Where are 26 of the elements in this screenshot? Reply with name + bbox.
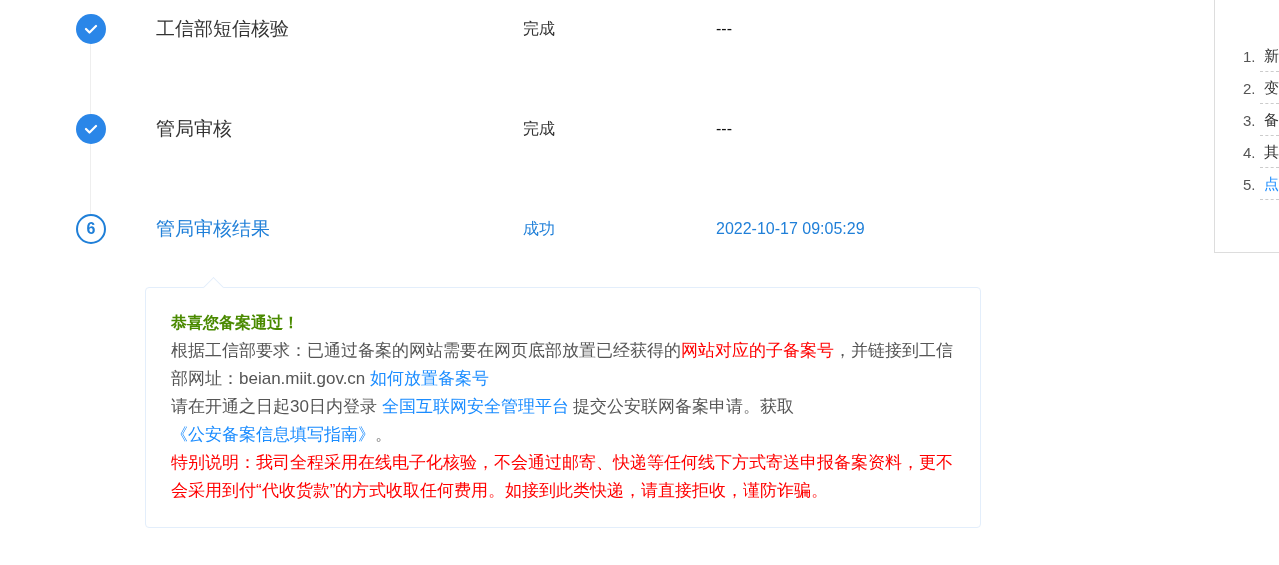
help-item[interactable]: 变 <box>1264 78 1279 98</box>
step-status: 完成 <box>523 18 556 39</box>
step-title: 工信部短信核验 <box>156 17 290 41</box>
warning-text: 特别说明：我司全程采用在线电子化核验，不会通过邮寄、快递等任何线下方式寄送申报备案资料，更不会采用到付“代收货款”的方式收取任何费用。如接到此类快递，请直接拒收，谨防诈骗。 <box>171 452 954 502</box>
step-title: 管局审核结果 <box>156 217 271 241</box>
step-time: 2022-10-17 09:05:29 <box>716 220 866 238</box>
help-item[interactable]: 新 <box>1264 46 1279 66</box>
check-icon <box>84 124 98 134</box>
notice-text: 请在开通之日起30日内登录 全国互联网安全管理平台 提交公安联网备案申请。获取 《公安备案信息填写指南》。 <box>171 396 796 446</box>
list-number: 2. <box>1243 79 1257 97</box>
help-item[interactable]: 其 <box>1264 142 1279 162</box>
step-time: --- <box>716 20 733 38</box>
step-number: 6 <box>76 214 106 244</box>
list-number: 3. <box>1243 111 1257 129</box>
list-number: 1. <box>1243 47 1257 65</box>
notice-heading: 恭喜您备案通过！ <box>171 313 300 333</box>
step-title: 管局审核 <box>156 117 233 141</box>
help-item[interactable]: 备 <box>1264 110 1279 130</box>
check-icon <box>84 24 98 34</box>
list-number: 4. <box>1243 143 1257 161</box>
notice-text: 根据工信部要求：已通过备案的网站需要在网页底部放置已经获得的网站对应的子备案号，并链接到工信部网址：beian.miit.gov.cn 如何放置备案号 <box>171 340 954 390</box>
step-status: 完成 <box>523 118 556 139</box>
list-number: 5. <box>1243 175 1257 193</box>
help-link[interactable]: 点 <box>1264 174 1279 194</box>
step-status: 成功 <box>523 218 556 239</box>
step-time: --- <box>716 120 733 138</box>
